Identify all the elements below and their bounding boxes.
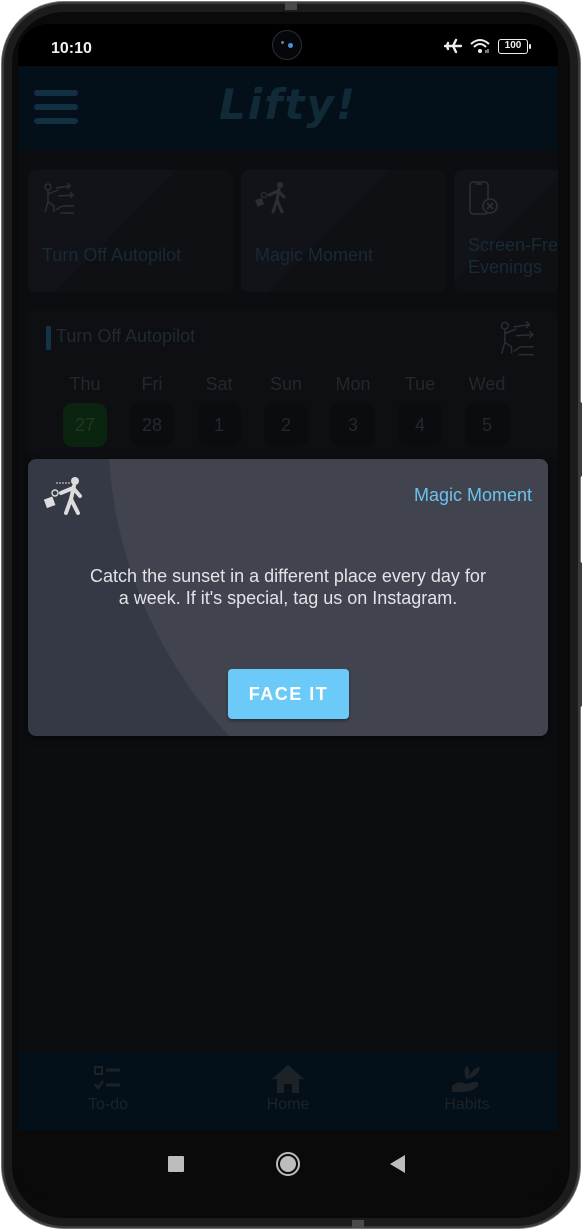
day-name: Sun xyxy=(269,374,303,394)
day-column[interactable]: Mon 3 xyxy=(331,374,375,447)
day-number[interactable]: 4 xyxy=(398,403,442,447)
volume-button xyxy=(578,402,582,477)
screen: 10:10 100 Lifty! Turn Off Autopilot Magi… xyxy=(18,24,558,1198)
nav-label: Home xyxy=(266,1096,310,1113)
status-icons: 100 xyxy=(444,38,531,54)
week-days: Thu 27 Fri 28 Sat 1 Sun 2 Mon 3 Tue 4 We… xyxy=(63,374,509,447)
dialog-category: Magic Moment xyxy=(413,485,532,505)
habit-card[interactable]: Magic Moment xyxy=(241,170,446,292)
recents-button[interactable] xyxy=(168,1156,184,1172)
day-column[interactable]: Thu 27 xyxy=(63,374,107,447)
checklist-icon xyxy=(94,1066,120,1091)
nav-item-todo[interactable]: To-do xyxy=(53,1064,163,1114)
nav-item-home[interactable]: Home xyxy=(233,1064,343,1114)
habit-card-label: Turn Off Autopilot xyxy=(42,245,182,265)
status-bar: 10:10 100 xyxy=(18,24,558,66)
habit-cards-row: Turn Off Autopilot Magic Moment Screen-F… xyxy=(28,170,558,294)
power-button xyxy=(578,562,582,707)
day-number[interactable]: 5 xyxy=(465,403,509,447)
phone-off-icon xyxy=(469,181,498,215)
day-name: Thu xyxy=(69,374,101,394)
climbing-arrows-icon xyxy=(500,320,535,356)
day-column[interactable]: Sun 2 xyxy=(264,374,308,447)
wifi-icon xyxy=(470,39,490,53)
bottom-nav: To-do Home Habits xyxy=(18,1052,558,1130)
home-icon xyxy=(272,1065,304,1093)
app-bar: Lifty! xyxy=(18,66,558,150)
day-column[interactable]: Tue 4 xyxy=(398,374,442,447)
habit-card[interactable]: Screen-Fre Evenings xyxy=(454,170,558,292)
day-number[interactable]: 1 xyxy=(197,403,241,447)
nav-item-habits[interactable]: Habits xyxy=(412,1064,522,1114)
status-time: 10:10 xyxy=(51,40,92,57)
day-number[interactable]: 3 xyxy=(331,403,375,447)
climbing-arrows-icon xyxy=(44,182,75,214)
day-column[interactable]: Sat 1 xyxy=(197,374,241,447)
dialog-message: Catch the sunset in a different place ev… xyxy=(90,566,486,608)
day-name: Wed xyxy=(468,374,506,394)
habit-week-section: Turn Off Autopilot Thu 27 Fri 28 Sat 1 S… xyxy=(28,310,558,460)
day-name: Fri xyxy=(141,374,163,394)
back-button[interactable] xyxy=(390,1155,405,1173)
habit-card-label: Magic Moment xyxy=(255,245,374,265)
walking-person-suitcase-icon xyxy=(43,477,82,515)
day-column[interactable]: Wed 5 xyxy=(465,374,509,447)
system-nav-bar xyxy=(18,1130,558,1198)
battery-icon: 100 xyxy=(498,38,531,54)
day-name: Mon xyxy=(335,374,371,394)
walking-person-suitcase-icon xyxy=(255,182,286,214)
section-title: Turn Off Autopilot xyxy=(56,326,196,346)
day-name: Sat xyxy=(205,374,233,394)
day-number-today[interactable]: 27 xyxy=(63,403,107,447)
face-it-button[interactable]: FACE IT xyxy=(228,669,349,719)
section-accent-bar xyxy=(46,326,51,350)
frame-mark xyxy=(285,2,297,10)
habit-card-label: Screen-Fre Evenings xyxy=(468,235,558,277)
app-title: Lifty! xyxy=(218,80,358,129)
frame-mark xyxy=(352,1220,364,1228)
nav-label: To-do xyxy=(87,1096,129,1113)
airplane-mode-icon xyxy=(444,38,462,54)
day-number[interactable]: 2 xyxy=(264,403,308,447)
day-name: Tue xyxy=(404,374,436,394)
hand-plant-icon xyxy=(452,1066,480,1092)
nav-label: Habits xyxy=(444,1096,490,1113)
day-column[interactable]: Fri 28 xyxy=(130,374,174,447)
system-home-button[interactable] xyxy=(276,1152,300,1176)
day-number[interactable]: 28 xyxy=(130,403,174,447)
habit-card[interactable]: Turn Off Autopilot xyxy=(28,170,233,292)
habit-dialog: Magic Moment Catch the sunset in a diffe… xyxy=(28,459,548,736)
front-camera xyxy=(272,30,302,60)
